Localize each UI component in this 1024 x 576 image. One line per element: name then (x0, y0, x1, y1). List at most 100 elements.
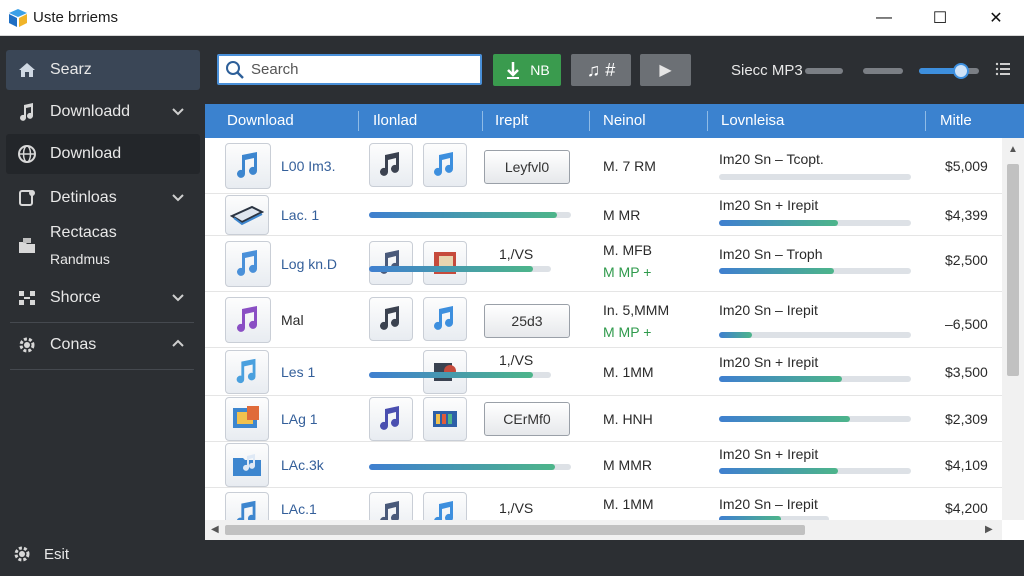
music-file-icon (225, 241, 271, 287)
file-name[interactable]: Les 1 (281, 364, 315, 380)
sidebar-item-downloadd[interactable]: Downloadd (6, 92, 200, 132)
sidebar-item-shorce[interactable]: Shorce (6, 278, 200, 318)
format-pill-button[interactable]: Leyfvl0 (484, 150, 570, 184)
music-note-dark-icon[interactable] (369, 492, 413, 520)
column-header[interactable]: Download (227, 112, 294, 129)
column-header[interactable]: Neinol (603, 112, 646, 129)
app-logo-icon (9, 9, 27, 27)
toolbar: NB ♫ # ▶ Siecc MP3 (205, 36, 1024, 104)
progress-fill (719, 220, 839, 226)
column-divider[interactable] (589, 111, 590, 131)
file-name[interactable]: L00 Im3. (281, 158, 335, 174)
chevron-up-icon[interactable] (170, 336, 186, 352)
sidebar-item-search[interactable]: Searz (6, 50, 200, 90)
folder-icon (14, 236, 40, 256)
music-tag-button[interactable]: ♫ # (571, 54, 631, 86)
table-row[interactable]: LAg 1 CErMf0 M. HNH $2,309 (205, 396, 1002, 442)
status-strip (205, 540, 1024, 576)
format-pill-button[interactable]: CErMf0 (484, 402, 570, 436)
title-bar: Uste brriems — ☐ ✕ (0, 0, 1024, 36)
film-strip-icon[interactable] (423, 397, 467, 441)
format-slider-track[interactable] (805, 68, 843, 74)
music-note-dark-icon[interactable] (369, 143, 413, 187)
download-nb-button[interactable]: NB (493, 54, 561, 86)
menu-icon[interactable] (995, 61, 1011, 77)
download-progress-bar (369, 266, 551, 272)
progress-bar (719, 332, 911, 338)
music-note-dark-icon[interactable] (369, 297, 413, 341)
table-row[interactable]: Les 1 1,/VS M. 1MM Im20 Sn + Irepit $3,5… (205, 348, 1002, 396)
sidebar-item-detinloas[interactable]: Detinloas (6, 178, 200, 218)
chevron-down-icon[interactable] (170, 189, 186, 205)
chevron-down-icon[interactable] (170, 103, 186, 119)
table-row[interactable]: Log kn.D 1,/VS M. MFB M MP + Im20 Sn – T… (205, 236, 1002, 292)
progress-bar (719, 174, 911, 180)
volume-slider-track[interactable] (919, 68, 979, 74)
horizontal-scroll-thumb[interactable] (225, 525, 805, 535)
gear-icon (14, 335, 40, 355)
progress-bar (719, 468, 911, 474)
vertical-scrollbar[interactable]: ▲ (1002, 138, 1024, 520)
file-description: Im20 Sn – Tcopt. (719, 151, 824, 167)
file-name[interactable]: Log kn.D (281, 256, 337, 272)
music-note-dark-icon[interactable] (369, 241, 413, 285)
file-version: 1,/VS (499, 500, 534, 516)
chevron-down-icon[interactable] (170, 289, 186, 305)
sidebar-item-rectacas[interactable]: Rectacas Randmus (6, 220, 200, 272)
column-header[interactable]: Ireplt (495, 112, 528, 129)
column-divider[interactable] (707, 111, 708, 131)
file-name[interactable]: LAc.1 (281, 501, 317, 517)
volume-slider-secondary[interactable] (863, 68, 903, 74)
column-divider[interactable] (482, 111, 483, 131)
music-note-blue-icon[interactable] (423, 492, 467, 520)
music-tag-label: ♫ # (586, 59, 616, 80)
file-description: Im20 Sn – Troph (719, 246, 823, 262)
format-select-label[interactable]: Siecc MP3 (731, 62, 803, 79)
file-price: $4,109 (945, 457, 988, 473)
sidebar-item-conas[interactable]: Conas (6, 325, 200, 365)
sidebar-item-download[interactable]: Download (6, 134, 200, 174)
scroll-up-arrow-icon[interactable]: ▲ (1008, 144, 1018, 155)
file-description: Im20 Sn – Irepit (719, 496, 818, 512)
table-row[interactable]: LAc.1 1,/VS M. 1MM Im20 Sn – Irepit $4,2… (205, 488, 1002, 520)
file-name[interactable]: LAc.3k (281, 457, 324, 473)
table-row[interactable]: L00 Im3. Leyfvl0 M. 7 RM Im20 Sn – Tcopt… (205, 138, 1002, 194)
music-note-blue-icon[interactable] (423, 143, 467, 187)
column-header[interactable]: Lovnleisa (721, 112, 784, 129)
maximize-button[interactable]: ☐ (912, 0, 968, 36)
search-input[interactable] (251, 61, 471, 78)
vertical-scroll-thumb[interactable] (1007, 164, 1019, 376)
music-note-purple-icon[interactable] (369, 397, 413, 441)
volume-slider-knob[interactable] (953, 63, 969, 79)
minimize-button[interactable]: — (856, 0, 912, 36)
scroll-right-arrow-icon[interactable]: ▶ (985, 524, 993, 535)
search-box[interactable] (217, 54, 482, 85)
file-description: Im20 Sn + Irepit (719, 354, 819, 370)
column-divider[interactable] (358, 111, 359, 131)
sidebar-footer-exit[interactable]: Esit (12, 544, 69, 564)
progress-bar (719, 268, 911, 274)
music-note-blue-icon[interactable] (423, 297, 467, 341)
sidebar-footer-label: Esit (44, 545, 70, 563)
table-row[interactable]: Lac. 1 M MR Im20 Sn + Irepit $4,399 (205, 194, 1002, 236)
horizontal-scrollbar[interactable]: ◀ ▶ (205, 520, 1002, 540)
format-pill-button[interactable]: 25d3 (484, 304, 570, 338)
progress-fill (719, 268, 835, 274)
scroll-left-arrow-icon[interactable]: ◀ (211, 524, 219, 535)
file-size: M. 1MM (603, 496, 654, 512)
file-name[interactable]: Mal (281, 312, 304, 328)
play-button[interactable]: ▶ (640, 54, 691, 86)
column-divider[interactable] (925, 111, 926, 131)
column-header[interactable]: Ilonlad (373, 112, 417, 129)
maximize-icon: ☐ (932, 10, 948, 27)
file-name[interactable]: LAg 1 (281, 411, 318, 427)
table-row[interactable]: Mal 25d3 In. 5,MMM M MP + Im20 Sn – Irep… (205, 292, 1002, 348)
album-art-icon[interactable] (423, 241, 467, 285)
file-name[interactable]: Lac. 1 (281, 207, 319, 223)
close-button[interactable]: ✕ (968, 0, 1024, 36)
table-row[interactable]: LAc.3k M MMR Im20 Sn + Irepit $4,109 (205, 442, 1002, 488)
column-header[interactable]: Mitle (940, 112, 972, 129)
format-pill-label: Leyfvl0 (504, 159, 550, 175)
progress-bar (719, 376, 911, 382)
progress-bar (719, 416, 911, 422)
